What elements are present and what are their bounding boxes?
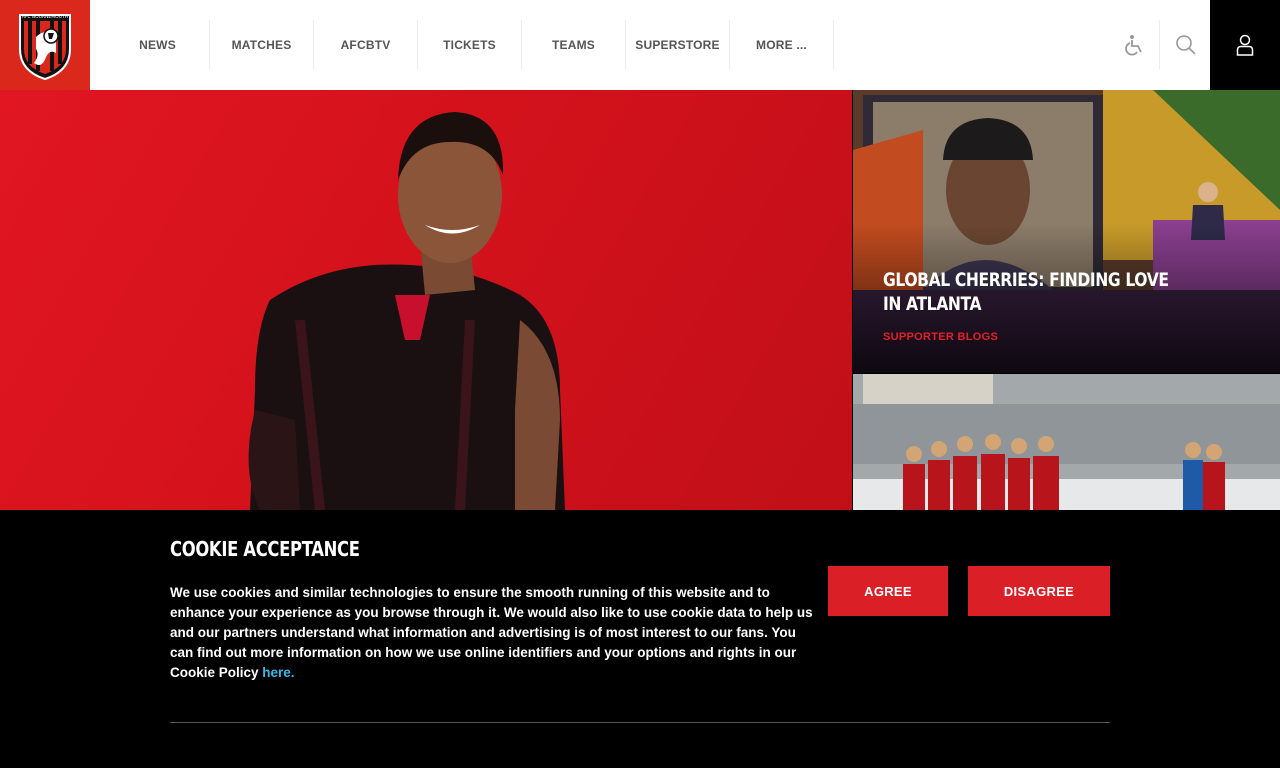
account-button[interactable] <box>1210 0 1280 90</box>
crest-icon: AFC BOURNEMOUTH <box>19 14 71 81</box>
nav-afcbtv[interactable]: AFCBTV <box>314 20 418 70</box>
main-nav: NEWS MATCHES AFCBTV TICKETS TEAMS SUPERS… <box>106 20 834 70</box>
accessibility-icon <box>1124 35 1142 56</box>
search-button[interactable] <box>1161 20 1211 70</box>
cookie-policy-link[interactable]: here. <box>262 665 294 680</box>
divider <box>170 722 1110 723</box>
player-photo <box>248 112 565 510</box>
nav-tickets[interactable]: TICKETS <box>418 20 522 70</box>
site-header: AFC BOURNEMOUTH NEWS MATCHES AFCBTV TICK… <box>0 0 1280 90</box>
article-card-global-cherries[interactable]: GLOBAL CHERRIES: FINDING LOVE IN ATLANTA… <box>853 90 1280 373</box>
article-card-womens-team[interactable] <box>853 374 1280 510</box>
nav-teams[interactable]: TEAMS <box>522 20 626 70</box>
club-crest-logo[interactable]: AFC BOURNEMOUTH <box>0 0 90 90</box>
cookie-title: COOKIE ACCEPTANCE <box>170 537 360 561</box>
card-title[interactable]: GLOBAL CHERRIES: FINDING LOVE IN ATLANTA <box>883 268 1178 316</box>
user-icon <box>1236 34 1254 56</box>
card-category[interactable]: SUPPORTER BLOGS <box>883 331 998 343</box>
disagree-button[interactable]: DISAGREE <box>968 566 1110 616</box>
nav-superstore[interactable]: SUPERSTORE <box>626 20 730 70</box>
card-photo-team <box>853 374 1280 510</box>
nav-news[interactable]: NEWS <box>106 20 210 70</box>
nav-more[interactable]: MORE ... <box>730 20 834 70</box>
search-icon <box>1176 35 1196 55</box>
crest-text: AFC BOURNEMOUTH <box>22 14 68 20</box>
cookie-banner: COOKIE ACCEPTANCE We use cookies and sim… <box>0 510 1280 768</box>
accessibility-button[interactable] <box>1110 20 1160 70</box>
hero-feature-image[interactable] <box>0 90 852 510</box>
cookie-description: We use cookies and similar technologies … <box>170 583 815 683</box>
nav-matches[interactable]: MATCHES <box>210 20 314 70</box>
agree-button[interactable]: AGREE <box>828 566 948 616</box>
